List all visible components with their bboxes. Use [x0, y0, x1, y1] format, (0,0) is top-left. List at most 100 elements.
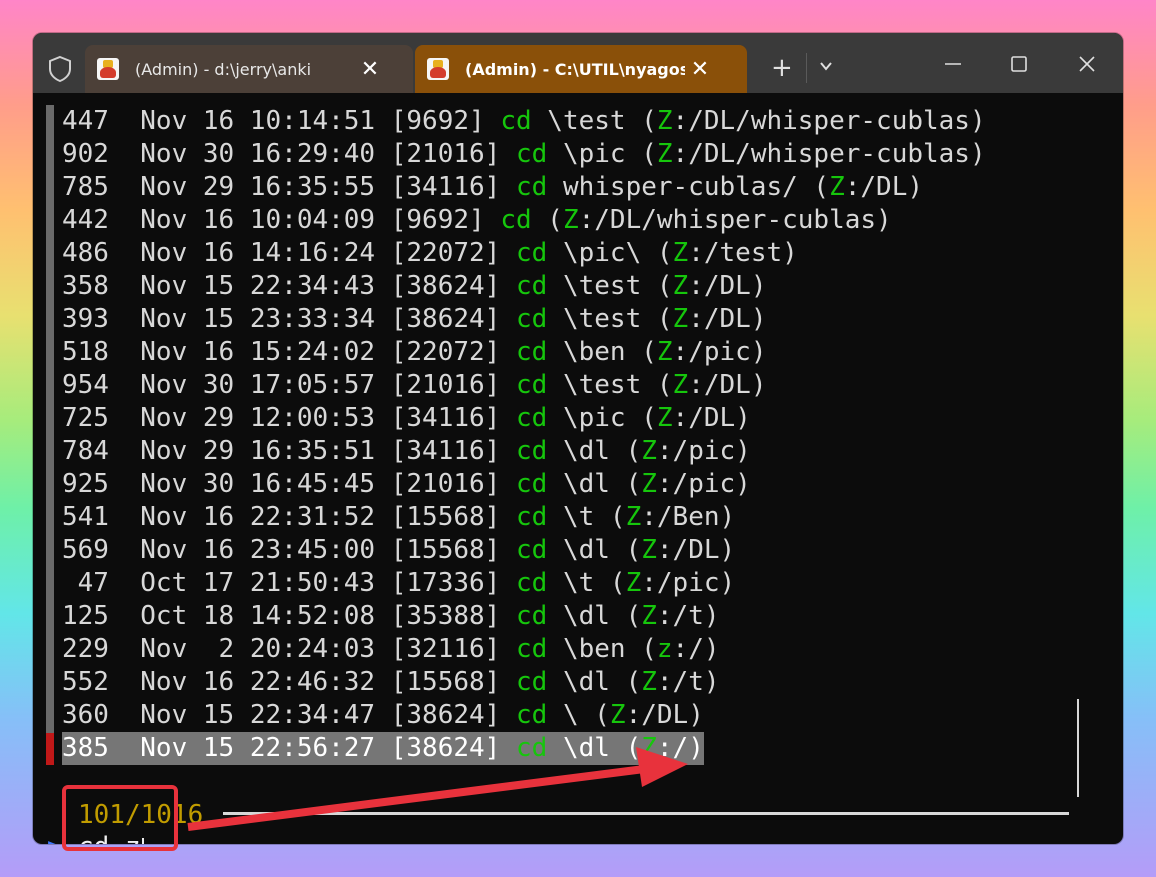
- entry-directory: :/): [672, 634, 720, 664]
- entry-time: 16:29:40: [249, 139, 376, 169]
- entry-date: Nov 15: [140, 733, 235, 763]
- entry-directory: :/DL/whisper-cublas): [672, 106, 986, 136]
- entry-argument: \: [562, 700, 579, 730]
- entry-drive: Z: [641, 535, 657, 565]
- history-entry[interactable]: 925 Nov 30 16:45:45 [21016] cd \dl (Z:/p…: [62, 468, 986, 501]
- history-entry[interactable]: 393 Nov 15 23:33:34 [38624] cd \test (Z:…: [62, 303, 986, 336]
- history-entry[interactable]: 725 Nov 29 12:00:53 [34116] cd \pic (Z:/…: [62, 402, 986, 435]
- entry-directory: :/t): [656, 601, 720, 631]
- entry-argument: \pic\: [562, 238, 642, 268]
- history-entry[interactable]: 229 Nov 2 20:24:03 [32116] cd \ben (z:/): [62, 633, 986, 666]
- entry-command: cd: [515, 436, 548, 466]
- history-entry[interactable]: 541 Nov 16 22:31:52 [15568] cd \t (Z:/Be…: [62, 501, 986, 534]
- history-entry[interactable]: 518 Nov 16 15:24:02 [22072] cd \ben (Z:/…: [62, 336, 986, 369]
- entry-date: Nov 16: [140, 205, 235, 235]
- entry-command: cd: [515, 139, 548, 169]
- history-entry[interactable]: 784 Nov 29 16:35:51 [34116] cd \dl (Z:/p…: [62, 435, 986, 468]
- terminal-content[interactable]: 447 Nov 16 10:14:51 [9692] cd \test (Z:/…: [33, 93, 1123, 844]
- close-tab-icon[interactable]: ✕: [355, 57, 385, 82]
- entry-directory: :/DL/whisper-cublas): [578, 205, 892, 235]
- entry-time: 22:34:47: [249, 700, 376, 730]
- entry-drive: Z: [672, 238, 689, 268]
- history-entry[interactable]: 569 Nov 16 23:45:00 [15568] cd \dl (Z:/D…: [62, 534, 986, 567]
- entry-number: 518: [62, 337, 109, 367]
- history-entry[interactable]: 442 Nov 16 10:04:09 [9692] cd (Z:/DL/whi…: [62, 204, 986, 237]
- entry-date: Nov 29: [140, 436, 235, 466]
- entry-dir-open: (: [641, 139, 657, 169]
- history-list: 447 Nov 16 10:14:51 [9692] cd \test (Z:/…: [62, 105, 986, 765]
- entry-time: 14:52:08: [249, 601, 376, 631]
- entry-date: Nov 16: [140, 502, 235, 532]
- entry-time: 21:50:43: [249, 568, 376, 598]
- entry-drive: Z: [625, 568, 642, 598]
- history-entry[interactable]: 552 Nov 16 22:46:32 [15568] cd \dl (Z:/t…: [62, 666, 986, 699]
- entry-pid: [34116]: [390, 436, 501, 466]
- entry-number: 902: [62, 139, 109, 169]
- entry-dir-open: (: [813, 172, 830, 202]
- title-bar: (Admin) - d:\jerry\anki ✕ (Admin) - C:\U…: [33, 33, 1123, 93]
- entry-number: 125: [62, 601, 109, 631]
- new-tab-button[interactable]: +: [771, 53, 793, 83]
- chevron-down-icon[interactable]: [819, 59, 833, 73]
- entry-date: Nov 16: [140, 106, 235, 136]
- entry-number: 785: [62, 172, 109, 202]
- entry-time: 22:31:52: [249, 502, 376, 532]
- entry-dir-open: (: [641, 106, 657, 136]
- entry-time: 12:00:53: [249, 403, 376, 433]
- history-entry[interactable]: 486 Nov 16 14:16:24 [22072] cd \pic\ (Z:…: [62, 237, 986, 270]
- history-entry[interactable]: 358 Nov 15 22:34:43 [38624] cd \test (Z:…: [62, 270, 986, 303]
- history-entry[interactable]: 125 Oct 18 14:52:08 [35388] cd \dl (Z:/t…: [62, 600, 986, 633]
- command-input[interactable]: cd z: [78, 832, 141, 844]
- entry-dir-open: (: [656, 238, 673, 268]
- entry-drive: Z: [656, 337, 673, 367]
- entry-directory: :/t): [656, 667, 720, 697]
- entry-argument: \pic: [562, 139, 626, 169]
- close-window-button[interactable]: [1067, 47, 1107, 81]
- history-entry[interactable]: 360 Nov 15 22:34:47 [38624] cd \ (Z:/DL): [62, 699, 986, 732]
- entry-time: 17:05:57: [249, 370, 376, 400]
- tab-anki[interactable]: (Admin) - d:\jerry\anki ✕: [85, 45, 413, 93]
- shield-icon: [49, 55, 71, 83]
- text-cursor: [142, 838, 144, 844]
- entry-command: cd: [515, 469, 548, 499]
- maximize-button[interactable]: [999, 47, 1039, 81]
- entry-command: cd: [515, 502, 548, 532]
- entry-time: 16:45:45: [249, 469, 376, 499]
- entry-directory: :/Ben): [641, 502, 736, 532]
- minimize-button[interactable]: [933, 47, 973, 81]
- entry-directory: :/pic): [672, 337, 767, 367]
- close-tab-icon[interactable]: ✕: [685, 57, 715, 82]
- history-entry[interactable]: 447 Nov 16 10:14:51 [9692] cd \test (Z:/…: [62, 105, 986, 138]
- history-entry[interactable]: 902 Nov 30 16:29:40 [21016] cd \pic (Z:/…: [62, 138, 986, 171]
- entry-pid: [21016]: [390, 469, 501, 499]
- entry-command: cd: [515, 667, 548, 697]
- entry-argument: \t: [562, 502, 595, 532]
- entry-dir-open: (: [625, 535, 642, 565]
- entry-pid: [38624]: [390, 271, 501, 301]
- history-entry[interactable]: 954 Nov 30 17:05:57 [21016] cd \test (Z:…: [62, 369, 986, 402]
- entry-dir-open: (: [625, 469, 642, 499]
- entry-pid: [38624]: [390, 733, 501, 763]
- prompt-symbol: >: [47, 833, 63, 844]
- entry-argument: whisper-cublas/: [562, 172, 798, 202]
- entry-dir-open: (: [625, 436, 642, 466]
- entry-dir-open: (: [609, 568, 626, 598]
- entry-argument: \pic: [562, 403, 626, 433]
- entry-number: 447: [62, 106, 109, 136]
- entry-date: Nov 30: [140, 469, 235, 499]
- entry-pid: [34116]: [390, 172, 501, 202]
- history-entry[interactable]: 785 Nov 29 16:35:55 [34116] cd whisper-c…: [62, 171, 986, 204]
- scrollbar-gutter: [46, 105, 54, 765]
- entry-pid: [15568]: [390, 502, 501, 532]
- history-entry[interactable]: 385 Nov 15 22:56:27 [38624] cd \dl (Z:/): [62, 732, 986, 765]
- entry-time: 22:46:32: [249, 667, 376, 697]
- history-entry[interactable]: 47 Oct 17 21:50:43 [17336] cd \t (Z:/pic…: [62, 567, 986, 600]
- entry-number: 360: [62, 700, 109, 730]
- entry-command: cd: [515, 403, 548, 433]
- entry-time: 10:04:09: [249, 205, 376, 235]
- entry-time: 10:14:51: [249, 106, 376, 136]
- entry-number: 442: [62, 205, 109, 235]
- entry-number: 393: [62, 304, 109, 334]
- entry-date: Nov 15: [140, 304, 235, 334]
- tab-nyagos[interactable]: (Admin) - C:\UTIL\nyagos\nyagos.exe ✕: [415, 45, 747, 93]
